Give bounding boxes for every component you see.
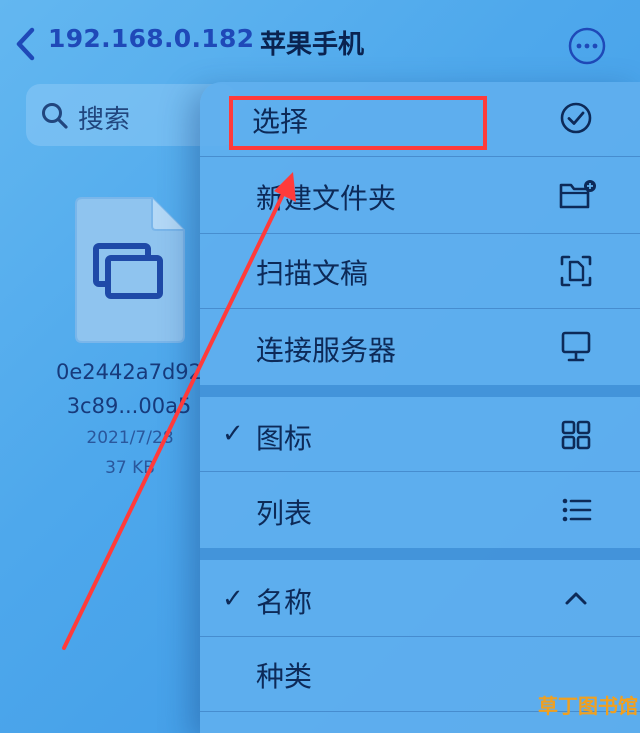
new-folder-icon — [559, 180, 596, 209]
menu-item-new-folder[interactable]: 新建文件夹 — [200, 157, 640, 233]
chevron-left-icon[interactable] — [10, 20, 40, 68]
monitor-icon — [561, 331, 591, 362]
chevron-up-icon — [565, 592, 587, 605]
annotation-highlight-box — [229, 96, 487, 150]
menu-item-label: 列表 — [256, 497, 313, 530]
scan-document-icon — [560, 255, 592, 287]
checkmark-circle-icon — [560, 102, 592, 134]
file-name[interactable]: 0e2442a7d92 3c89...00a5 — [44, 355, 214, 423]
menu-section-separator — [200, 385, 640, 397]
menu-item-label: 名称 — [256, 586, 313, 619]
more-options-icon[interactable] — [567, 26, 607, 66]
menu-item-icons-view[interactable]: ✓ 图标 — [200, 397, 640, 471]
navigation-bar: 192.168.0.182 苹果手机 — [0, 0, 640, 92]
file-name-line1: 0e2442a7d92 — [55, 360, 202, 384]
checkmark-icon: ✓ — [222, 419, 244, 449]
back-button[interactable]: 192.168.0.182 — [48, 24, 254, 53]
menu-section-separator — [200, 548, 640, 560]
file-name-line2: 3c89...00a5 — [66, 394, 192, 418]
menu-item-label: 扫描文稿 — [256, 257, 369, 290]
list-icon — [562, 498, 592, 522]
search-icon — [42, 103, 68, 129]
menu-item-label: 连接服务器 — [256, 334, 397, 367]
grid-icon — [561, 420, 591, 450]
file-size: 37 KB — [105, 458, 155, 478]
menu-item-list-view[interactable]: 列表 — [200, 472, 640, 548]
menu-item-sort-by-name[interactable]: ✓ 名称 — [200, 560, 640, 636]
file-date: 2021/7/28 — [86, 428, 174, 448]
menu-item-scan-document[interactable]: 扫描文稿 — [200, 234, 640, 308]
menu-item-label: 新建文件夹 — [256, 182, 397, 215]
menu-item-connect-server[interactable]: 连接服务器 — [200, 309, 640, 385]
page-title: 苹果手机 — [260, 30, 365, 60]
context-menu: 选择 新建文件夹 扫描文稿 连接服务器 ✓ 图标 列表 ✓ 名称 种类 — [200, 82, 640, 733]
document-file-icon[interactable] — [74, 196, 186, 344]
checkmark-icon: ✓ — [222, 584, 244, 614]
watermark-logo: 草丁图书馆 — [538, 694, 638, 718]
menu-item-label: 图标 — [256, 422, 313, 455]
menu-item-label: 种类 — [256, 660, 313, 693]
search-placeholder: 搜索 — [78, 105, 131, 135]
